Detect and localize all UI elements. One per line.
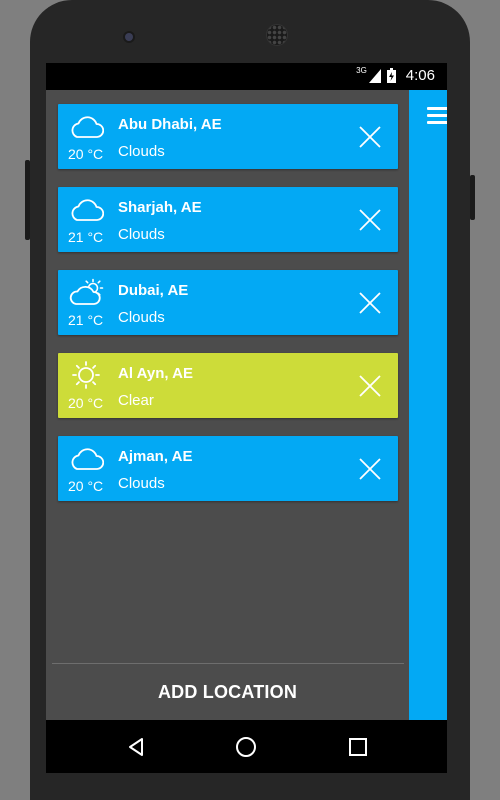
navigation-bar [46, 720, 447, 773]
home-icon[interactable] [234, 735, 258, 759]
location-card[interactable]: 20 °C Ajman, AE Clouds [58, 436, 398, 501]
back-icon[interactable] [124, 735, 148, 759]
network-type: 3G [356, 66, 367, 75]
weather-condition: Clear [118, 392, 154, 409]
temperature: 20 °C [68, 146, 104, 162]
city-name: Abu Dhabi, AE [118, 116, 222, 133]
cloud-icon [71, 199, 104, 221]
city-name: Al Ayn, AE [118, 365, 194, 382]
city-name: Sharjah, AE [118, 199, 202, 216]
sun-icon [72, 361, 100, 389]
cloud-icon [71, 448, 104, 470]
temperature: 20 °C [68, 395, 104, 411]
temperature: 21 °C [68, 312, 104, 328]
front-camera [125, 33, 133, 41]
location-card[interactable]: 20 °C Al Ayn, AE Clear [58, 353, 398, 418]
screen: 3G 4:06 20 °C Abu Dhabi, AE Clouds 21 °C Sha… [46, 63, 447, 720]
city-name: Dubai, AE [118, 282, 189, 299]
close-icon[interactable] [359, 126, 381, 148]
close-icon[interactable] [359, 209, 381, 231]
weather-condition: Clouds [118, 475, 165, 492]
cloud-icon [71, 116, 104, 138]
battery-charging-icon [386, 68, 396, 83]
hamburger-menu-icon[interactable] [427, 107, 447, 125]
recents-icon[interactable] [346, 735, 370, 759]
power-button [470, 175, 475, 220]
weather-condition: Clouds [118, 309, 165, 326]
earpiece-speaker [266, 24, 288, 46]
add-location-button[interactable]: ADD LOCATION [46, 664, 409, 720]
partly-cloudy-icon [69, 278, 104, 305]
weather-condition: Clouds [118, 143, 165, 160]
weather-condition: Clouds [118, 226, 165, 243]
close-icon[interactable] [359, 458, 381, 480]
close-icon[interactable] [359, 292, 381, 314]
status-bar: 3G 4:06 [46, 63, 447, 90]
drawer-panel-edge[interactable] [409, 90, 447, 720]
temperature: 21 °C [68, 229, 104, 245]
location-card[interactable]: 20 °C Abu Dhabi, AE Clouds [58, 104, 398, 169]
close-icon[interactable] [359, 375, 381, 397]
location-card[interactable]: 21 °C Dubai, AE Clouds [58, 270, 398, 335]
city-name: Ajman, AE [118, 448, 193, 465]
temperature: 20 °C [68, 478, 104, 494]
clock: 4:06 [405, 67, 435, 84]
location-card[interactable]: 21 °C Sharjah, AE Clouds [58, 187, 398, 252]
signal-icon [368, 68, 381, 83]
